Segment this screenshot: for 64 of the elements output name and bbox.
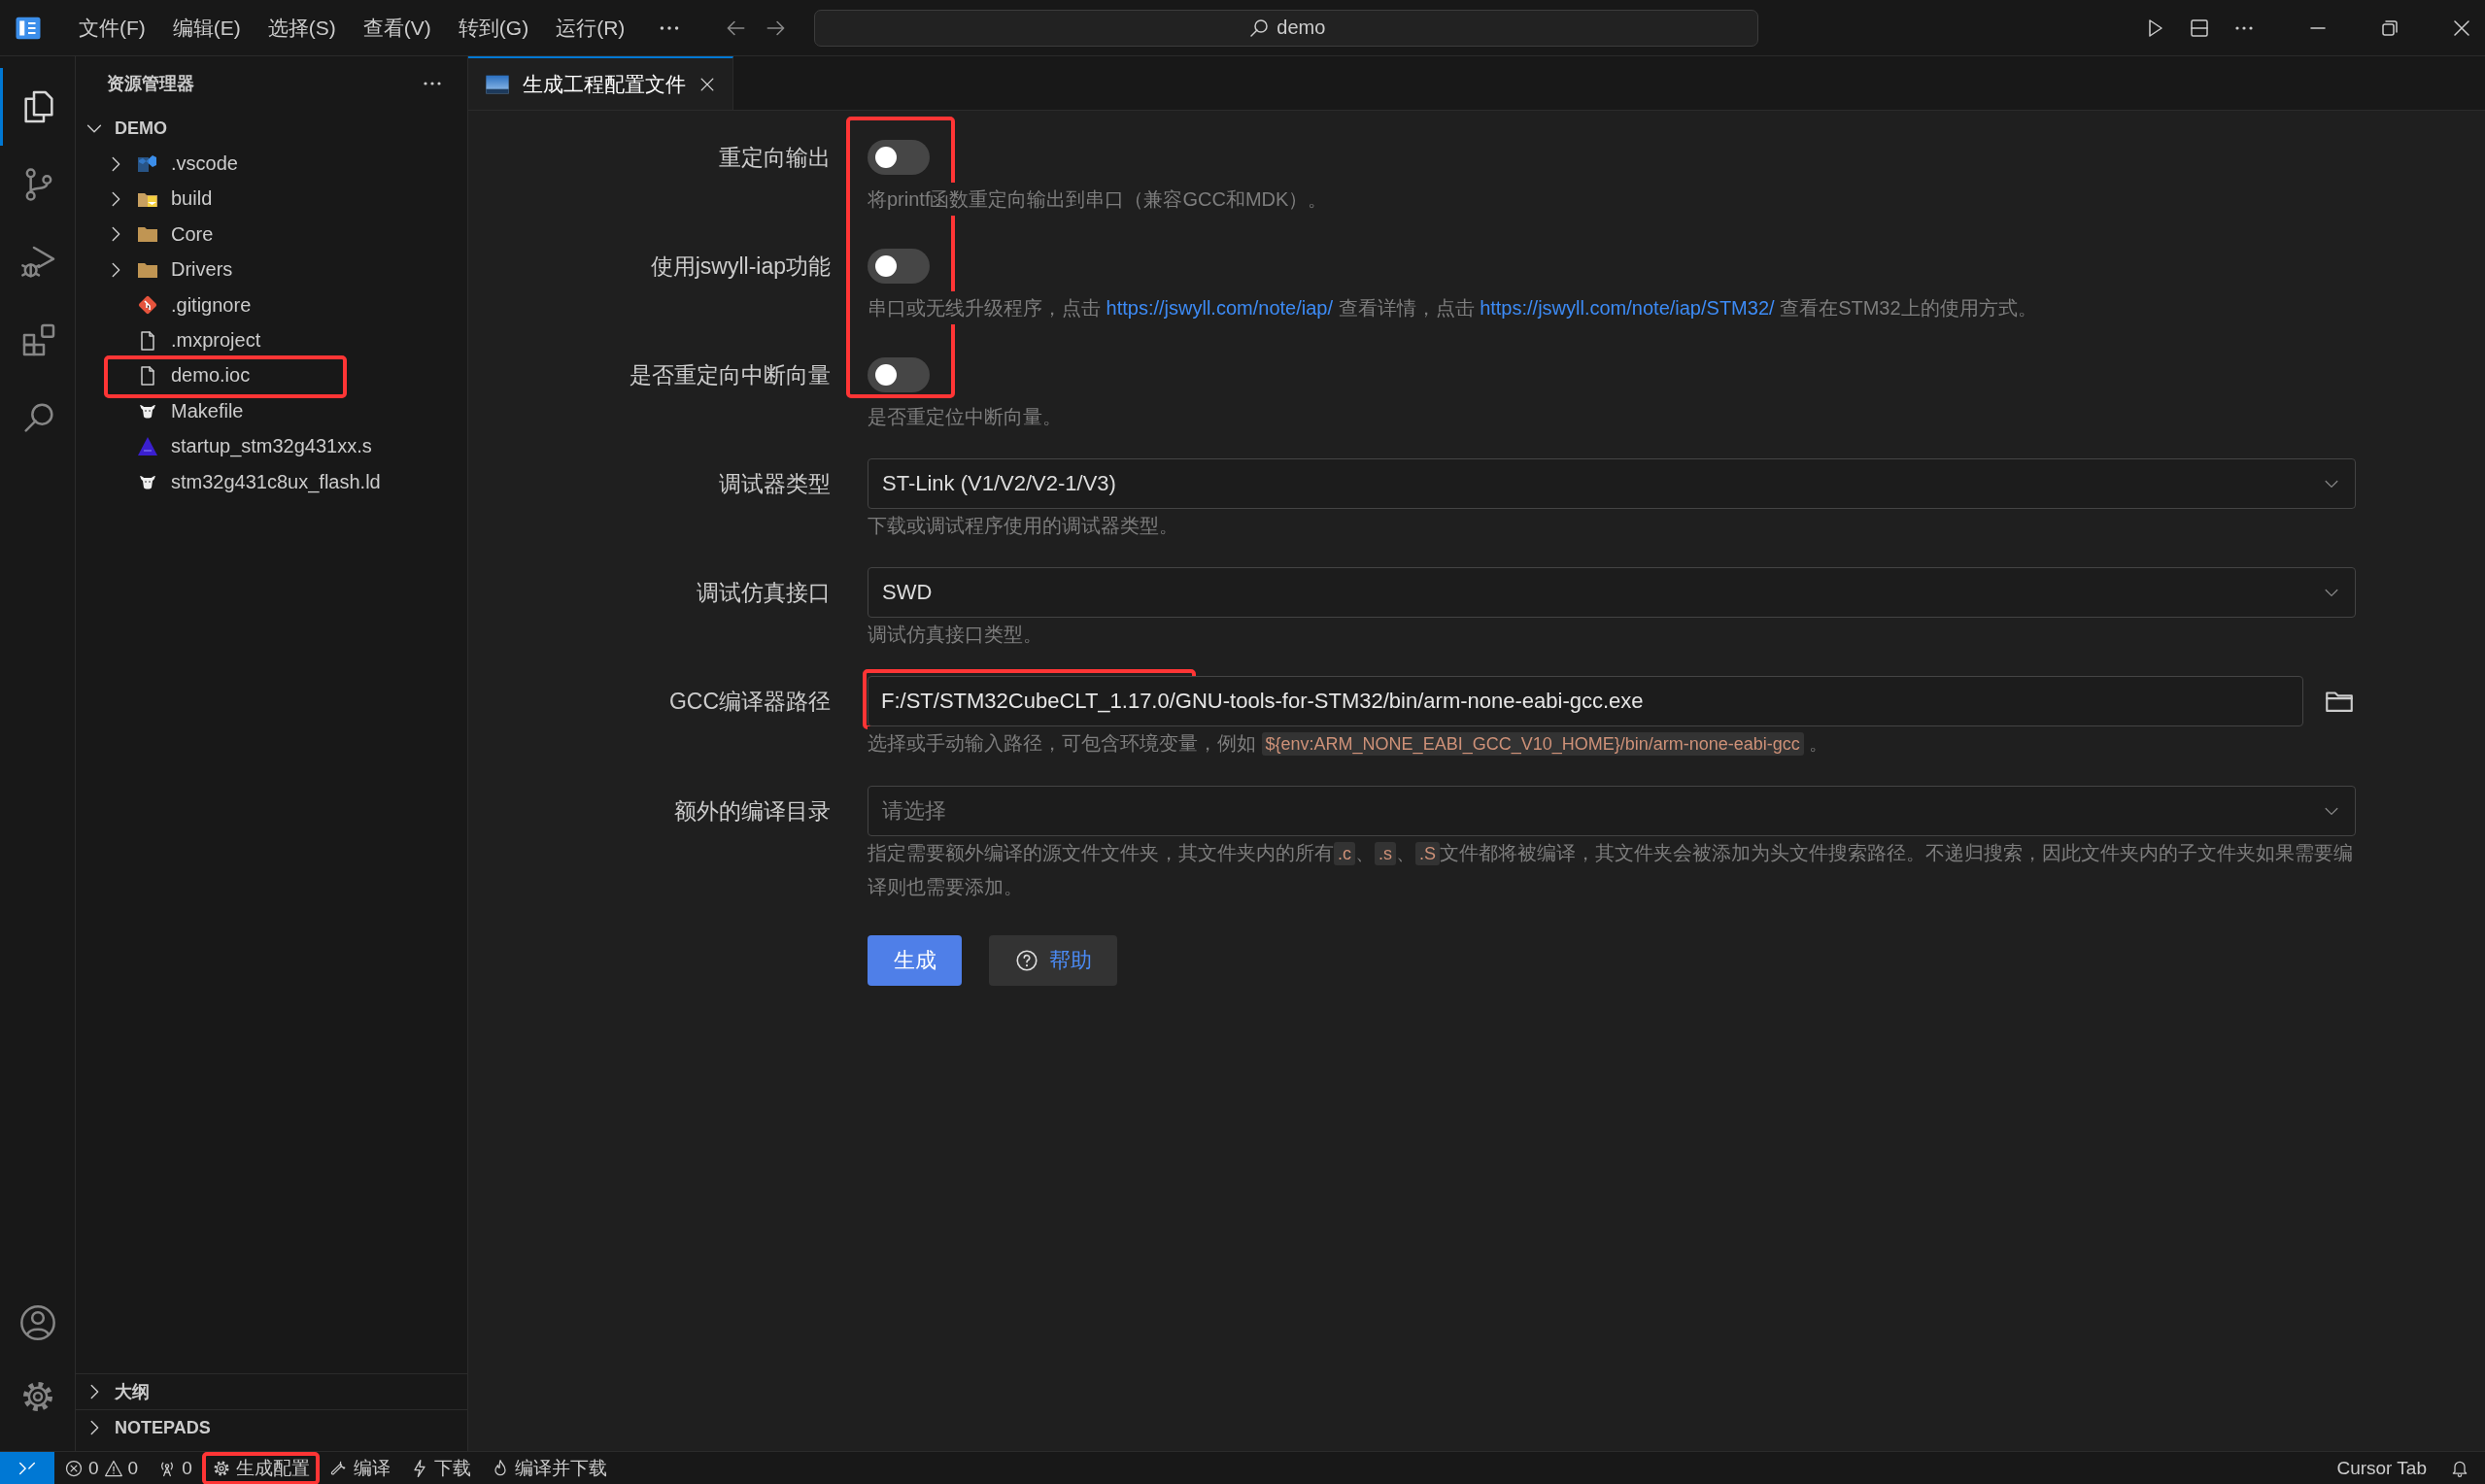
toggle-switch[interactable] xyxy=(868,249,930,284)
status-item[interactable]: 生成配置 xyxy=(201,1451,320,1484)
error-icon xyxy=(64,1458,84,1478)
status-item[interactable]: Cursor Tab xyxy=(2327,1451,2436,1484)
tree-item[interactable]: build xyxy=(76,181,467,218)
status-item[interactable]: 编译 xyxy=(319,1451,400,1484)
field-label: 使用jswyll-iap功能 xyxy=(649,253,831,281)
editor-tab[interactable]: 生成工程配置文件 xyxy=(468,56,733,110)
account-icon[interactable] xyxy=(17,1303,57,1342)
path-input[interactable]: F:/ST/STM32CubeCLT_1.17.0/GNU-tools-for-STM32/bin/arm-none-eabi-gcc.exe xyxy=(868,676,2303,726)
search-text: demo xyxy=(1277,17,1326,39)
tree-item[interactable]: .mxproject xyxy=(76,322,467,358)
status-item[interactable]: 0 xyxy=(148,1451,202,1484)
field-label: 重定向输出 xyxy=(718,144,831,172)
tree-item[interactable]: startup_stm32g431xx.s xyxy=(76,428,467,464)
dropdown[interactable]: 请选择 xyxy=(868,786,2356,836)
menu-item[interactable]: 运行(R) xyxy=(545,8,636,48)
link[interactable]: https://jswyll.com/note/iap/ xyxy=(1106,297,1333,319)
tree-item[interactable]: demo.ioc xyxy=(76,357,467,394)
tree-item[interactable]: stm32g431c8ux_flash.ld xyxy=(76,463,467,500)
status-label: 生成配置 xyxy=(235,1456,310,1480)
code-snippet: .c xyxy=(1334,842,1355,865)
field-label: GCC编译器路径 xyxy=(667,688,831,716)
toggle-switch[interactable] xyxy=(868,140,930,175)
remote-button[interactable] xyxy=(0,1451,54,1484)
code-snippet: .s xyxy=(1375,842,1397,865)
tree-item[interactable]: .gitignore xyxy=(76,287,467,323)
tree-item[interactable]: .vscode xyxy=(76,146,467,182)
status-label: 下载 xyxy=(433,1456,471,1480)
panel-header[interactable]: NOTEPADS xyxy=(76,1409,467,1445)
help-button[interactable]: 帮助 xyxy=(989,935,1117,986)
warning-count: 0 xyxy=(127,1457,139,1479)
tree-item[interactable]: DEMO xyxy=(76,111,467,147)
field-label: 调试仿真接口 xyxy=(696,579,831,607)
status-item[interactable]: 编译并下载 xyxy=(480,1451,617,1484)
menu-item[interactable]: 选择(S) xyxy=(256,8,347,48)
code-snippet: .S xyxy=(1415,842,1441,865)
dropdown[interactable]: ST-Link (V1/V2/V2-1/V3) xyxy=(868,458,2356,509)
generate-button[interactable]: 生成 xyxy=(868,935,962,986)
field-label: 调试器类型 xyxy=(718,470,831,498)
help-icon xyxy=(1014,948,1039,973)
menu-item[interactable]: 转到(G) xyxy=(447,8,540,48)
dropdown[interactable]: SWD xyxy=(868,567,2356,618)
code-snippet: ${env:ARM_NONE_EABI_GCC_V10_HOME}/bin/arm-none-eabi-gcc xyxy=(1261,732,1804,756)
search-field[interactable]: demo xyxy=(814,9,1759,47)
link[interactable]: https://jswyll.com/note/iap/STM32/ xyxy=(1480,297,1775,319)
status-item[interactable]: 0 0 xyxy=(54,1451,149,1484)
menu-item[interactable]: 编辑(E) xyxy=(161,8,252,48)
status-item[interactable]: 下载 xyxy=(399,1451,481,1484)
toggle-switch[interactable] xyxy=(868,357,930,392)
menu-item[interactable]: 查看(V) xyxy=(352,8,442,48)
port-count: 0 xyxy=(182,1457,192,1479)
field-label: 是否重定向中断向量 xyxy=(629,361,831,389)
tree-item[interactable]: Drivers xyxy=(76,252,467,287)
tree-item[interactable]: Core xyxy=(76,217,467,253)
warning-icon xyxy=(103,1458,123,1478)
tree-item[interactable]: Makefile xyxy=(76,393,467,429)
panel-header[interactable]: 大纲 xyxy=(76,1373,467,1409)
sidebar-title: 资源管理器 xyxy=(107,73,195,95)
status-label: 编译 xyxy=(353,1456,391,1480)
menu-item[interactable]: 文件(F) xyxy=(68,8,156,48)
status-label: 编译并下载 xyxy=(514,1456,607,1480)
field-label: 额外的编译目录 xyxy=(673,797,831,826)
error-count: 0 xyxy=(88,1457,99,1479)
